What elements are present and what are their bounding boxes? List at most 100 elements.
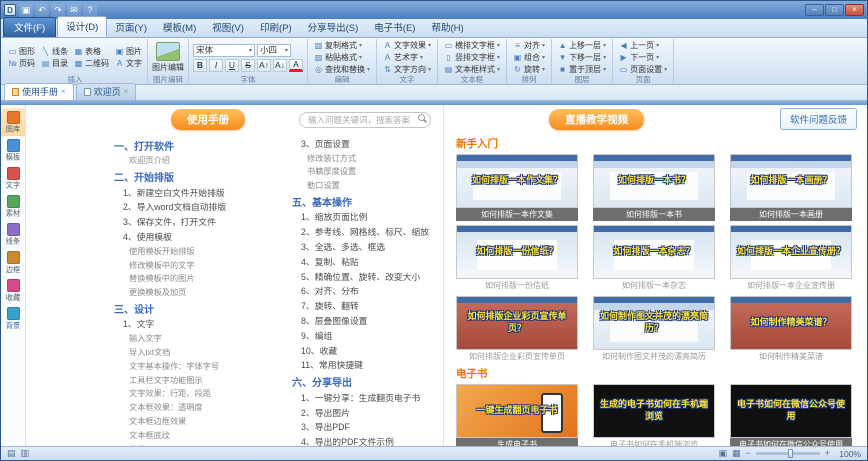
strikethrough-button[interactable]: S	[241, 59, 255, 72]
toc-item[interactable]: 1、缩放页面比例	[292, 210, 443, 223]
underline-button[interactable]: U	[225, 59, 239, 72]
document-tab-欢迎页[interactable]: 欢迎页×	[76, 83, 137, 100]
video-card[interactable]: 如何排版一本画册？如何排版一本画册	[730, 154, 852, 221]
toc-item[interactable]: 1、一键分享：生成翻页电子书	[292, 391, 443, 404]
ribbon-button-复制格式[interactable]: ▧复制格式▾	[312, 40, 372, 51]
save-icon[interactable]: ▣	[19, 4, 33, 17]
ribbon-button-置于顶层[interactable]: ■置于顶层▾	[556, 64, 608, 75]
ribbon-button-线条[interactable]: ╲线条	[40, 46, 69, 58]
manual-header-button[interactable]: 使用手册	[171, 109, 245, 130]
italic-button[interactable]: I	[209, 59, 223, 72]
font-family-select[interactable]: 宋体▾	[193, 44, 255, 57]
zoom-slider-thumb[interactable]	[788, 449, 793, 458]
toc-item[interactable]: 修改装订方式	[292, 152, 443, 164]
toc-item[interactable]: 9、编组	[292, 329, 443, 342]
document-tab-使用手册[interactable]: 使用手册×	[4, 83, 74, 100]
sidebar-item-背景[interactable]: 背景	[1, 304, 25, 332]
redo-icon[interactable]: ↷	[51, 4, 65, 17]
close-tab-icon[interactable]: ×	[61, 88, 66, 96]
ribbon-button-查找和替换[interactable]: ◎查找和替换▾	[312, 64, 372, 75]
sidebar-item-素材[interactable]: 素材	[1, 192, 25, 220]
toc-item[interactable]: 二、开始排版	[114, 169, 292, 184]
ribbon-button-图形[interactable]: ▭图形	[7, 46, 36, 58]
ribbon-button-图片编辑[interactable]: 图片编辑	[152, 42, 184, 73]
toc-item[interactable]: 8、层叠图像设置	[292, 314, 443, 327]
ribbon-button-粘贴格式[interactable]: ▨粘贴格式▾	[312, 52, 372, 63]
sidebar-item-图库[interactable]: 图库	[1, 108, 25, 136]
toc-item[interactable]: 三、设计	[114, 301, 292, 316]
increase-font-button[interactable]: A↑	[257, 59, 271, 72]
video-thumbnail[interactable]: 如何制作精美菜谱？	[730, 296, 852, 350]
video-card[interactable]: 如何排版一本杂志？如何排版一本杂志	[593, 225, 715, 292]
ribbon-button-竖排文字框[interactable]: ▯竖排文字框▾	[442, 52, 502, 63]
sidebar-item-线条[interactable]: 线条	[1, 220, 25, 248]
toc-item[interactable]: 11、常用快捷键	[292, 358, 443, 371]
maximize-button[interactable]: □	[825, 4, 844, 16]
video-card[interactable]: 如何排版一本作文集？如何排版一本作文集	[456, 154, 578, 221]
sidebar-item-文字[interactable]: 文字	[1, 164, 25, 192]
ribbon-tab-1[interactable]: 设计(D)	[57, 16, 107, 37]
toc-item[interactable]: 1、文字	[114, 317, 292, 330]
toc-item[interactable]: 7、旋转、翻转	[292, 299, 443, 312]
video-thumbnail[interactable]: 如何排版一本企业宣传册？	[730, 225, 852, 279]
video-card[interactable]: 一键生成翻页电子书生成电子书	[456, 384, 578, 446]
toc-item[interactable]: 3、页面设置	[292, 137, 443, 150]
toc-item[interactable]: 工具栏文字功能图示	[114, 374, 292, 386]
feedback-button[interactable]: 软件问题反馈	[780, 108, 857, 130]
video-card[interactable]: 如何排版企业彩页宣传单页？如何排版企业彩页宣传单页	[456, 296, 578, 363]
toc-item[interactable]: 书籍厚度设置	[292, 165, 443, 177]
ribbon-button-横排文字框[interactable]: ▭横排文字框▾	[442, 40, 502, 51]
ribbon-tab-5[interactable]: 印刷(P)	[252, 18, 300, 37]
file-menu-button[interactable]: 文件(F)	[3, 17, 56, 37]
ribbon-button-页面设置[interactable]: ▭页面设置▾	[617, 64, 669, 75]
font-size-select[interactable]: 小四▾	[257, 44, 291, 57]
toc-item[interactable]: 导入txt文档	[114, 346, 292, 358]
ribbon-button-下一页[interactable]: ▶下一页▾	[617, 52, 669, 63]
ribbon-tab-7[interactable]: 电子书(E)	[366, 18, 423, 37]
ribbon-button-文字[interactable]: A文字	[114, 58, 143, 70]
bold-button[interactable]: B	[193, 59, 207, 72]
help-icon[interactable]: ?	[83, 4, 97, 17]
video-thumbnail[interactable]: 一键生成翻页电子书	[456, 384, 578, 438]
undo-icon[interactable]: ↶	[35, 4, 49, 17]
toc-item[interactable]: 3、保存文件，打开文件	[114, 215, 292, 228]
toc-item[interactable]: 修改模板中的文字	[114, 259, 292, 271]
sidebar-item-收藏[interactable]: 收藏	[1, 276, 25, 304]
notes-icon[interactable]: ▥	[21, 449, 30, 458]
toc-item[interactable]: 4、使用模板	[114, 230, 292, 243]
video-thumbnail[interactable]: 如何排版一份信纸？	[456, 225, 578, 279]
sidebar-item-模板[interactable]: 模板	[1, 136, 25, 164]
toc-item[interactable]: 文本框边框效果	[114, 415, 292, 427]
video-card[interactable]: 生成的电子书如何在手机端浏览电子书如何在手机端浏览	[593, 384, 715, 446]
video-card[interactable]: 电子书如何在微信公众号使用电子书如何在微信公众号使用	[730, 384, 852, 446]
ribbon-tab-3[interactable]: 模板(M)	[155, 18, 204, 37]
video-thumbnail[interactable]: 如何排版一本画册？	[730, 154, 852, 208]
ribbon-button-二维码[interactable]: ▩二维码	[73, 58, 110, 70]
mail-icon[interactable]: ✉	[67, 4, 81, 17]
toc-item[interactable]: 3、全选、多选、框选	[292, 240, 443, 253]
ribbon-tab-4[interactable]: 视图(V)	[204, 18, 252, 37]
video-card[interactable]: 如何制作图文并茂的漂亮简历？如何制作图文并茂的漂亮简历	[593, 296, 715, 363]
zoom-out-icon[interactable]: −	[745, 449, 750, 458]
ribbon-button-表格[interactable]: ▦表格	[73, 46, 110, 58]
toc-item[interactable]: 替换模板中的图片	[114, 272, 292, 284]
ribbon-button-上移一层[interactable]: ▲上移一层▾	[556, 40, 608, 51]
font-color-button[interactable]: A	[289, 59, 303, 72]
ribbon-button-旋转[interactable]: ↻旋转▾	[511, 64, 547, 75]
video-thumbnail[interactable]: 如何排版一本作文集？	[456, 154, 578, 208]
ribbon-tab-6[interactable]: 分享导出(S)	[300, 18, 367, 37]
close-button[interactable]: ×	[845, 4, 864, 16]
toc-item[interactable]: 2、导入word文档自动排版	[114, 200, 292, 213]
video-card[interactable]: 如何排版一份信纸？如何排版一份信纸	[456, 225, 578, 292]
video-thumbnail[interactable]: 如何排版一本杂志？	[593, 225, 715, 279]
toc-item[interactable]: 六、分享导出	[292, 374, 443, 389]
toc-item[interactable]: 10、收藏	[292, 344, 443, 357]
video-thumbnail[interactable]: 如何排版企业彩页宣传单页？	[456, 296, 578, 350]
single-page-view-icon[interactable]: ▣	[718, 449, 727, 458]
search-input[interactable]	[299, 112, 431, 128]
ribbon-button-页码[interactable]: №页码	[7, 58, 36, 70]
toc-item[interactable]: 勒口设置	[292, 179, 443, 191]
toc-item[interactable]: 1、新建空白文件开始排版	[114, 186, 292, 199]
ribbon-button-目录[interactable]: ▤目录	[40, 58, 69, 70]
minimize-button[interactable]: –	[805, 4, 824, 16]
